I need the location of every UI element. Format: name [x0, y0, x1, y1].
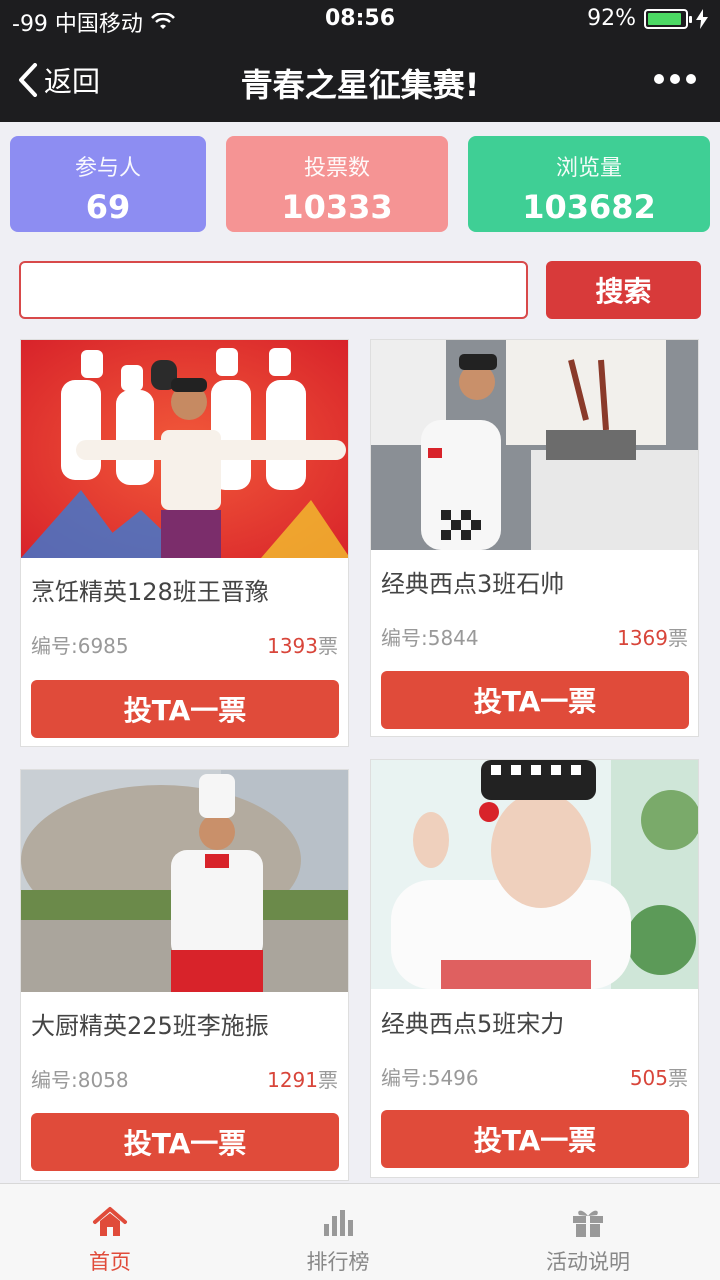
vote-button[interactable]: 投TA一票	[381, 671, 689, 729]
search-input[interactable]	[19, 261, 528, 319]
vote-count-number: 1291	[267, 1068, 318, 1092]
search-button[interactable]: 搜索	[546, 261, 701, 319]
home-icon	[93, 1207, 127, 1236]
contestant-name: 经典西点3班石帅	[381, 570, 565, 598]
contestant-photo[interactable]	[371, 340, 698, 550]
vote-count: 1369票	[617, 622, 688, 651]
vote-count-number: 505	[629, 1066, 668, 1090]
charging-icon	[696, 8, 708, 29]
battery-percent: 92%	[587, 6, 636, 31]
vote-count: 1393票	[267, 630, 338, 659]
tab-ranking[interactable]: 排行榜	[218, 1184, 458, 1280]
search-row: 搜索	[19, 261, 701, 319]
contestant-card: 经典西点3班石帅 编号:5844 1369票 投TA一票	[370, 339, 699, 737]
vote-count-unit: 票	[668, 1066, 688, 1090]
contestant-number: 编号:5496	[381, 1066, 479, 1090]
stat-label: 参与人	[74, 156, 141, 181]
vote-count-number: 1393	[267, 634, 318, 658]
vote-count-unit: 票	[318, 1068, 338, 1092]
stat-label: 浏览量	[555, 156, 622, 181]
contestant-name: 大厨精英225班李施振	[31, 1012, 269, 1040]
vote-count: 505票	[630, 1062, 688, 1091]
tab-label: 排行榜	[306, 1250, 370, 1274]
vote-count-unit: 票	[668, 626, 688, 650]
contestant-card: 烹饪精英128班王晋豫 编号:6985 1393票 投TA一票	[20, 339, 349, 747]
votes-stat: 投票数 10333	[226, 136, 448, 232]
vote-count: 1291票	[267, 1064, 338, 1093]
contestant-name: 经典西点5班宋力	[381, 1010, 565, 1038]
status-bar: -99 中国移动 08:56 92%	[0, 0, 720, 40]
contestant-photo[interactable]	[21, 770, 348, 992]
contestant-photo[interactable]	[21, 340, 348, 558]
stats-row: 参与人 69 投票数 10333 浏览量 103682	[10, 136, 710, 232]
more-menu-icon[interactable]	[654, 74, 696, 84]
ranking-icon	[324, 1210, 353, 1236]
tab-home[interactable]: 首页	[0, 1184, 230, 1280]
vote-count-number: 1369	[617, 626, 668, 650]
vote-button[interactable]: 投TA一票	[31, 1113, 339, 1171]
tab-label: 首页	[89, 1250, 131, 1274]
vote-button[interactable]: 投TA一票	[381, 1110, 689, 1168]
vote-button[interactable]: 投TA一票	[31, 680, 339, 738]
battery-icon	[644, 8, 692, 29]
contestant-name: 烹饪精英128班王晋豫	[31, 578, 269, 606]
contestant-card: 大厨精英225班李施振 编号:8058 1291票 投TA一票	[20, 769, 349, 1181]
tab-label: 活动说明	[546, 1250, 630, 1274]
tab-activity-info[interactable]: 活动说明	[468, 1184, 708, 1280]
contestant-card: 经典西点5班宋力 编号:5496 505票 投TA一票	[370, 759, 699, 1178]
contestant-photo[interactable]	[371, 760, 698, 989]
stat-label: 投票数	[303, 156, 370, 181]
views-stat: 浏览量 103682	[468, 136, 710, 232]
navigation-bar: 返回 青春之星征集赛!	[0, 40, 720, 122]
vote-count-unit: 票	[318, 634, 338, 658]
contestant-number: 编号:5844	[381, 626, 479, 650]
gift-icon	[573, 1210, 603, 1237]
participants-stat: 参与人 69	[10, 136, 206, 232]
status-right: 92%	[587, 6, 708, 31]
contestant-number: 编号:8058	[31, 1068, 129, 1092]
stat-value: 103682	[522, 188, 656, 226]
stat-value: 10333	[281, 188, 393, 226]
contestant-number: 编号:6985	[31, 634, 129, 658]
page-title: 青春之星征集赛!	[240, 66, 480, 104]
stat-value: 69	[85, 188, 131, 226]
tab-bar: 首页 排行榜 活动说明	[0, 1183, 720, 1280]
